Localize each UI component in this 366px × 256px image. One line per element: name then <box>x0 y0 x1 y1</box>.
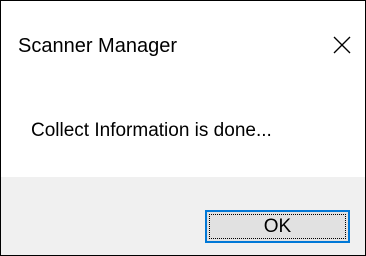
ok-button[interactable]: OK <box>205 210 350 243</box>
dialog-title: Scanner Manager <box>18 35 177 57</box>
message-area: Collect Information is done... <box>1 89 365 177</box>
close-icon <box>333 36 351 54</box>
message-dialog: Scanner Manager Collect Information is d… <box>0 0 366 256</box>
message-text: Collect Information is done... <box>31 120 272 141</box>
title-bar: Scanner Manager <box>1 1 365 89</box>
ok-button-label: OK <box>263 215 292 237</box>
close-button[interactable] <box>319 23 365 67</box>
button-bar: OK <box>1 177 365 255</box>
